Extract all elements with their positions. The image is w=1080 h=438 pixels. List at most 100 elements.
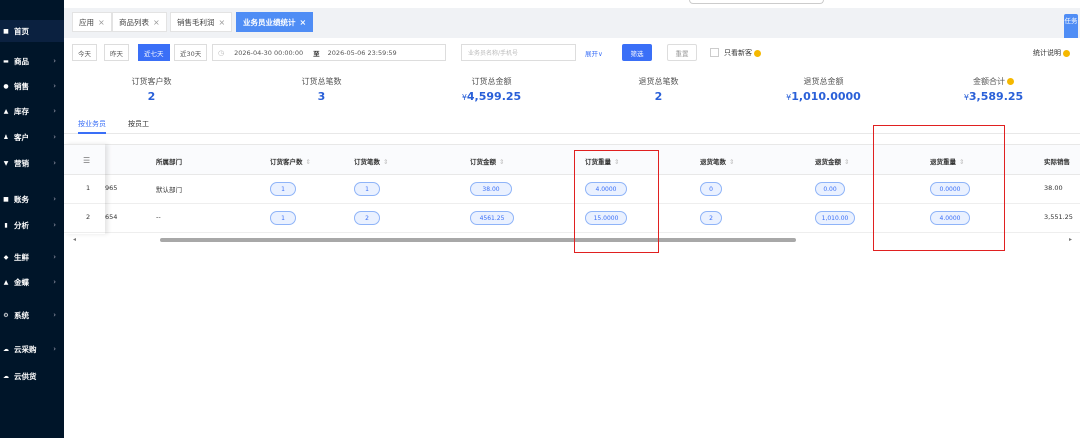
chevron-right-icon: › [53, 82, 56, 90]
tab-salesman-stats[interactable]: 业务员业绩统计 × [236, 12, 314, 32]
sidebar-item-sales[interactable]: ● 销售 › [0, 75, 64, 97]
date-range-picker[interactable]: ◷ 2026-04-30 00:00:00 至 2026-05-06 23:59… [212, 44, 446, 61]
scroll-left-icon[interactable]: ◂ [73, 236, 76, 243]
pill-return-count[interactable]: 0 [700, 182, 722, 196]
table-row[interactable]: 2 654 -- 1 2 4561.25 15.0000 2 1,010.00 … [64, 204, 1080, 233]
filter-bar: 今天 昨天 近七天 近30天 ◷ 2026-04-30 00:00:00 至 2… [64, 38, 1080, 68]
global-search-input[interactable] [689, 0, 824, 4]
new-customer-label: 只看新客 [724, 48, 761, 58]
pill-return-weight[interactable]: 0.0000 [930, 182, 970, 196]
tab-app[interactable]: 应用 × [72, 12, 112, 32]
scrollbar-thumb[interactable] [160, 238, 796, 242]
pill-order-weight[interactable]: 15.0000 [585, 211, 627, 225]
help-icon[interactable] [754, 49, 761, 57]
salesman-search-input[interactable]: 业务员名称/手机号 [461, 44, 576, 61]
date-end: 2026-05-06 23:59:59 [327, 48, 397, 57]
sort-icon: ⇕ [614, 158, 620, 166]
new-customer-checkbox[interactable] [710, 48, 719, 57]
pill-order-count[interactable]: 2 [354, 211, 380, 225]
accounting-icon: ■ [3, 195, 9, 203]
pill-order-amount[interactable]: 38.00 [470, 182, 512, 196]
pill-order-count[interactable]: 1 [354, 182, 380, 196]
tab-sales-profit[interactable]: 销售毛利润 × [170, 12, 233, 32]
sort-icon: ⇕ [383, 158, 389, 166]
cloud-supply-icon: ☁ [3, 372, 9, 380]
header-order-amount[interactable]: 订货金额 ⇕ [470, 156, 504, 166]
pill-return-count[interactable]: 2 [700, 211, 722, 225]
sidebar-item-home[interactable]: ■ 首页 [0, 20, 64, 42]
table-row[interactable]: 1 965 默认部门 1 1 38.00 4.0000 0 0.00 0.000… [64, 175, 1080, 204]
sidebar-item-analysis[interactable]: ▮ 分析 › [0, 214, 64, 236]
sidebar-item-cloud-supply[interactable]: ☁ 云供货 [0, 365, 64, 387]
system-icon: ⚙ [3, 311, 9, 319]
header-order-count[interactable]: 订货笔数 ⇕ [354, 156, 388, 166]
sidebar-item-cloud-purchase[interactable]: ☁ 云采购 › [0, 338, 64, 360]
expand-button[interactable]: 展开∨ [585, 48, 603, 58]
sort-icon: ⇕ [305, 158, 311, 166]
sidebar-item-kingdee[interactable]: ▲ 金蝶 › [0, 271, 64, 293]
horizontal-scrollbar[interactable]: ◂ ▸ [64, 236, 1080, 243]
close-icon[interactable]: × [300, 18, 307, 27]
chevron-right-icon: › [53, 159, 56, 167]
help-icon[interactable] [1007, 78, 1014, 85]
sort-icon: ⇕ [844, 158, 850, 166]
summary-order-amount: 订货总金额 ¥4,599.25 [461, 77, 522, 103]
scroll-right-icon[interactable]: ▸ [1069, 236, 1072, 243]
subtab-by-employee[interactable]: 按员工 [128, 119, 149, 134]
summary-total: 金额合计 ¥3,589.25 [963, 77, 1024, 103]
pill-return-amount[interactable]: 1,010.00 [815, 211, 855, 225]
summary-bar: 订货客户数 2 订货总笔数 3 订货总金额 ¥4,599.25 退货总笔数 2 退货总金… [64, 76, 1080, 110]
pill-return-weight[interactable]: 4.0000 [930, 211, 970, 225]
top-header [64, 0, 1080, 8]
goods-icon: ▬ [3, 57, 9, 65]
reset-button[interactable]: 重置 [667, 44, 697, 61]
sort-icon: ⇕ [959, 158, 965, 166]
chevron-right-icon: › [53, 253, 56, 261]
kingdee-icon: ▲ [3, 278, 9, 286]
tab-goods-list[interactable]: 商品列表 × [112, 12, 167, 32]
sidebar-item-goods[interactable]: ▬ 商品 › [0, 50, 64, 72]
date-separator: 至 [313, 49, 320, 58]
sidebar-item-inventory[interactable]: ▲ 库存 › [0, 100, 64, 122]
stat-note-link[interactable]: 统计说明 [1033, 48, 1070, 58]
pill-return-amount[interactable]: 0.00 [815, 182, 845, 196]
summary-return-count: 退货总笔数 2 [638, 77, 679, 103]
data-table: ☰ 所属部门 订货客户数 ⇕ 订货笔数 ⇕ 订货金额 ⇕ 订货重量 ⇕ 退货笔数 ⇕ 退货… [64, 144, 1080, 243]
cloud-purchase-icon: ☁ [3, 345, 9, 353]
pill-order-customers[interactable]: 1 [270, 211, 296, 225]
analysis-icon: ▮ [4, 221, 8, 229]
close-icon[interactable]: × [153, 18, 160, 27]
date-start: 2026-04-30 00:00:00 [234, 48, 304, 57]
sidebar-item-customer[interactable]: ♟ 客户 › [0, 126, 64, 148]
close-icon[interactable]: × [219, 18, 226, 27]
task-button[interactable]: 任务 [1064, 14, 1078, 40]
sidebar-item-accounting[interactable]: ■ 账务 › [0, 188, 64, 210]
range-7days-button[interactable]: 近七天 [138, 44, 170, 61]
summary-return-amount: 退货总金额 ¥1,010.0000 [786, 77, 861, 103]
sidebar-item-system[interactable]: ⚙ 系统 › [0, 304, 64, 326]
filter-button[interactable]: 筛选 [622, 44, 652, 61]
pill-order-customers[interactable]: 1 [270, 182, 296, 196]
sidebar-item-fresh[interactable]: ◆ 生鲜 › [0, 246, 64, 268]
header-order-customers[interactable]: 订货客户数 ⇕ [270, 156, 311, 166]
sidebar-item-marketing[interactable]: ▼ 营销 › [0, 152, 64, 174]
header-order-weight[interactable]: 订货重量 ⇕ [585, 156, 619, 166]
range-yesterday-button[interactable]: 昨天 [104, 44, 129, 61]
chevron-right-icon: › [53, 107, 56, 115]
home-icon: ■ [3, 27, 9, 35]
header-return-amount[interactable]: 退货金额 ⇕ [815, 156, 849, 166]
range-today-button[interactable]: 今天 [72, 44, 97, 61]
range-30days-button[interactable]: 近30天 [174, 44, 208, 61]
column-settings-icon[interactable]: ☰ [83, 156, 90, 165]
fresh-icon: ◆ [3, 253, 9, 261]
pill-order-weight[interactable]: 4.0000 [585, 182, 627, 196]
header-return-weight[interactable]: 退货重量 ⇕ [930, 156, 964, 166]
header-return-count[interactable]: 退货笔数 ⇕ [700, 156, 734, 166]
subtab-by-salesman[interactable]: 按业务员 [78, 119, 106, 134]
summary-order-count: 订货总笔数 3 [301, 77, 342, 103]
chevron-right-icon: › [53, 221, 56, 229]
sort-icon: ⇕ [499, 158, 505, 166]
customer-icon: ♟ [3, 133, 9, 141]
pill-order-amount[interactable]: 4561.25 [470, 211, 514, 225]
close-icon[interactable]: × [98, 18, 105, 27]
